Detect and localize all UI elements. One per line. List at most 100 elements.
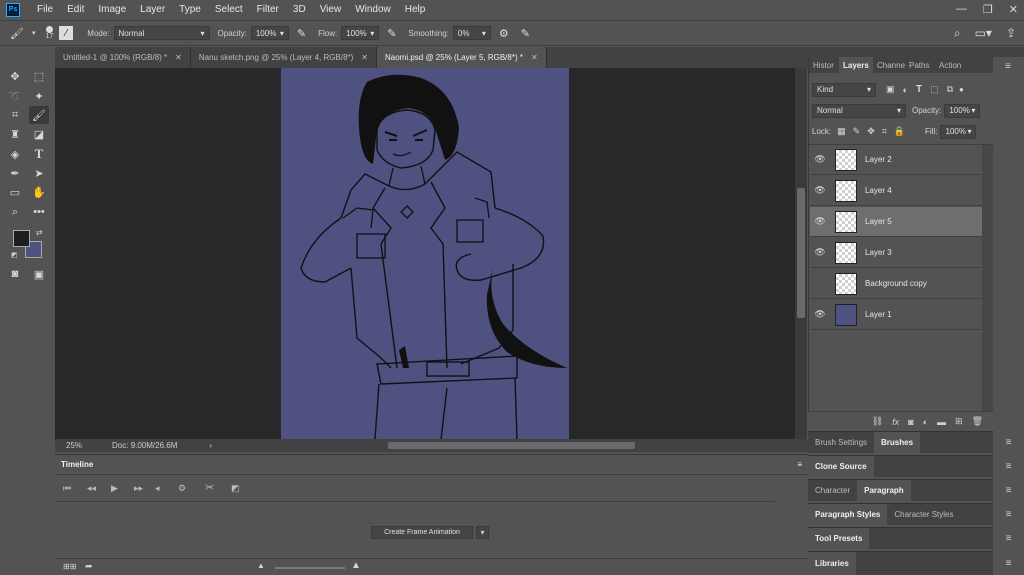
layer-row[interactable]: 👁 Layer 3 — [810, 238, 982, 268]
menu-file[interactable]: File — [30, 4, 60, 15]
close-icon[interactable]: ✕ — [531, 53, 538, 62]
lock-artboard-icon[interactable]: ⌗ — [882, 126, 887, 137]
arrow-icon[interactable]: ➦ — [85, 561, 93, 572]
panel-menu-icon[interactable]: ≡ — [993, 479, 1024, 501]
gear-icon[interactable]: ⚙ — [178, 483, 186, 494]
eraser-tool-icon[interactable]: ◪ — [29, 125, 49, 143]
move-tool-icon[interactable]: ✥ — [5, 67, 25, 85]
close-icon[interactable]: ✕ — [361, 53, 368, 62]
panel-menu-icon[interactable]: ≡ — [993, 431, 1024, 453]
trash-icon[interactable]: 🗑 — [972, 416, 983, 427]
pressure-opacity-icon[interactable]: ✎ — [297, 27, 306, 40]
create-frame-animation-button[interactable]: Create Frame Animation — [371, 526, 473, 539]
panel-menu-icon[interactable]: ≡ — [993, 455, 1024, 477]
path-selection-tool-icon[interactable]: ➤ — [29, 164, 49, 182]
close-icon[interactable]: ✕ — [175, 53, 182, 62]
more-tools-icon[interactable]: ••• — [29, 203, 49, 221]
brush-preset-picker[interactable]: 17 — [45, 26, 53, 40]
chevron-down-icon[interactable]: ▾ — [32, 29, 36, 37]
panel-menu-icon[interactable]: ≡ — [1005, 61, 1011, 72]
add-mask-icon[interactable]: ◙ — [908, 417, 913, 427]
document-canvas[interactable] — [281, 68, 569, 439]
adjustment-layer-icon[interactable]: ◐ — [923, 417, 928, 427]
foreground-color-swatch[interactable] — [13, 230, 30, 247]
layer-row[interactable]: 👁 Layer 5 — [810, 207, 982, 237]
convert-icon[interactable]: ⊞⊞ — [63, 562, 76, 571]
panel-menu-icon[interactable]: ≡ — [993, 503, 1024, 525]
brush-panel-toggle-icon[interactable]: ⁄ — [59, 26, 74, 40]
lock-all-icon[interactable]: 🔒 — [894, 126, 905, 137]
visibility-eye-icon[interactable]: 👁 — [810, 216, 830, 227]
layers-scrollbar[interactable] — [982, 145, 993, 411]
paint-bucket-tool-icon[interactable]: ◈ — [5, 145, 25, 163]
menu-help[interactable]: Help — [398, 4, 433, 15]
horizontal-scrollbar[interactable] — [225, 439, 795, 452]
play-icon[interactable]: ▶ — [111, 483, 118, 494]
smoothing-field[interactable]: 0% ▾ — [452, 26, 491, 40]
panel-menu-icon[interactable]: ≡ — [993, 551, 1024, 575]
menu-view[interactable]: View — [313, 4, 349, 15]
tab-brushes[interactable]: Brushes — [874, 432, 921, 453]
close-icon[interactable]: ✕ — [1009, 3, 1018, 16]
hand-tool-icon[interactable]: ✋ — [29, 183, 49, 201]
pen-tool-icon[interactable]: ✒ — [5, 164, 25, 182]
layer-row[interactable]: 👁 Layer 4 — [810, 176, 982, 206]
rectangle-tool-icon[interactable]: ▭ — [5, 183, 25, 201]
gear-icon[interactable]: ⚙ — [499, 27, 509, 40]
visibility-eye-icon[interactable]: 👁 — [810, 154, 830, 165]
zoom-in-mountain-icon[interactable]: ▲ — [351, 560, 361, 571]
timeline-title[interactable]: Timeline — [61, 460, 93, 469]
pressure-size-icon[interactable]: ✎ — [521, 27, 530, 40]
filter-type-icon[interactable]: T — [916, 84, 922, 95]
magic-wand-tool-icon[interactable]: ✦ — [29, 87, 49, 105]
tab-history[interactable]: Histor — [809, 57, 839, 73]
first-frame-icon[interactable]: ⏮ — [63, 483, 71, 494]
stamp-tool-icon[interactable]: ♜ — [5, 125, 25, 143]
brush-tool-icon[interactable]: 🖌 — [10, 27, 24, 40]
tab-layers[interactable]: Layers — [839, 57, 873, 73]
search-icon[interactable]: ⌕ — [954, 26, 961, 41]
horizontal-scroll-thumb[interactable] — [388, 442, 635, 449]
flow-field[interactable]: 100% ▾ — [341, 26, 380, 40]
filter-adjustment-icon[interactable]: ◐ — [903, 85, 908, 95]
visibility-toggle-empty[interactable]: 👁 — [810, 278, 830, 289]
filter-toggle-icon[interactable]: ● — [959, 85, 964, 94]
crop-tool-icon[interactable]: ⌗ — [5, 106, 25, 124]
filter-pixel-icon[interactable]: ▣ — [886, 84, 895, 95]
fx-icon[interactable]: fx — [892, 417, 899, 427]
menu-window[interactable]: Window — [348, 4, 398, 15]
menu-layer[interactable]: Layer — [133, 4, 172, 15]
screen-mode-icon[interactable]: ▣ — [29, 265, 49, 283]
tab-actions[interactable]: Action — [935, 57, 969, 73]
lasso-tool-icon[interactable]: ➰ — [5, 87, 25, 105]
next-frame-icon[interactable]: ▸▸ — [134, 483, 143, 494]
tab-brush-settings[interactable]: Brush Settings — [808, 432, 874, 453]
visibility-eye-icon[interactable]: 👁 — [810, 185, 830, 196]
filter-kind-select[interactable]: Kind ▾ — [812, 82, 876, 97]
new-group-icon[interactable]: ▬ — [937, 417, 946, 427]
filter-smart-object-icon[interactable]: ⧉ — [947, 84, 953, 95]
layer-row[interactable]: 👁 Layer 1 — [810, 300, 982, 330]
zoom-tool-icon[interactable]: ⌕ — [5, 203, 25, 221]
tab-untitled-1[interactable]: Untitled-1 @ 100% (RGB/8) * ✕ — [55, 47, 191, 68]
layer-row[interactable]: 👁 Background copy — [810, 269, 982, 299]
menu-type[interactable]: Type — [172, 4, 208, 15]
quick-mask-icon[interactable]: ◙ — [5, 265, 25, 283]
default-colors-icon[interactable]: ◩ — [11, 251, 18, 259]
new-layer-icon[interactable]: ⊞ — [955, 416, 963, 427]
opacity-field[interactable]: 100% ▾ — [250, 26, 289, 40]
brush-tool-icon[interactable]: 🖌 — [29, 106, 49, 124]
zoom-level[interactable]: 25% — [66, 441, 82, 450]
panel-menu-icon[interactable]: ≡ — [797, 460, 802, 469]
type-tool-icon[interactable]: T — [29, 145, 49, 163]
vertical-scroll-thumb[interactable] — [797, 188, 805, 318]
previous-frame-icon[interactable]: ◂◂ — [87, 483, 96, 494]
share-icon[interactable]: ⇪ — [1006, 26, 1016, 41]
timeline-zoom-slider[interactable] — [275, 567, 345, 569]
visibility-eye-icon[interactable]: 👁 — [810, 247, 830, 258]
blend-mode-select[interactable]: Normal ▾ — [812, 103, 906, 118]
tab-nanu-sketch[interactable]: Nanu sketch.png @ 25% (Layer 4, RGB/8*) … — [190, 47, 377, 68]
filter-shape-icon[interactable]: ⬚ — [930, 84, 939, 95]
vertical-scrollbar[interactable] — [795, 68, 807, 439]
panel-collapse-bar[interactable] — [808, 47, 1024, 57]
